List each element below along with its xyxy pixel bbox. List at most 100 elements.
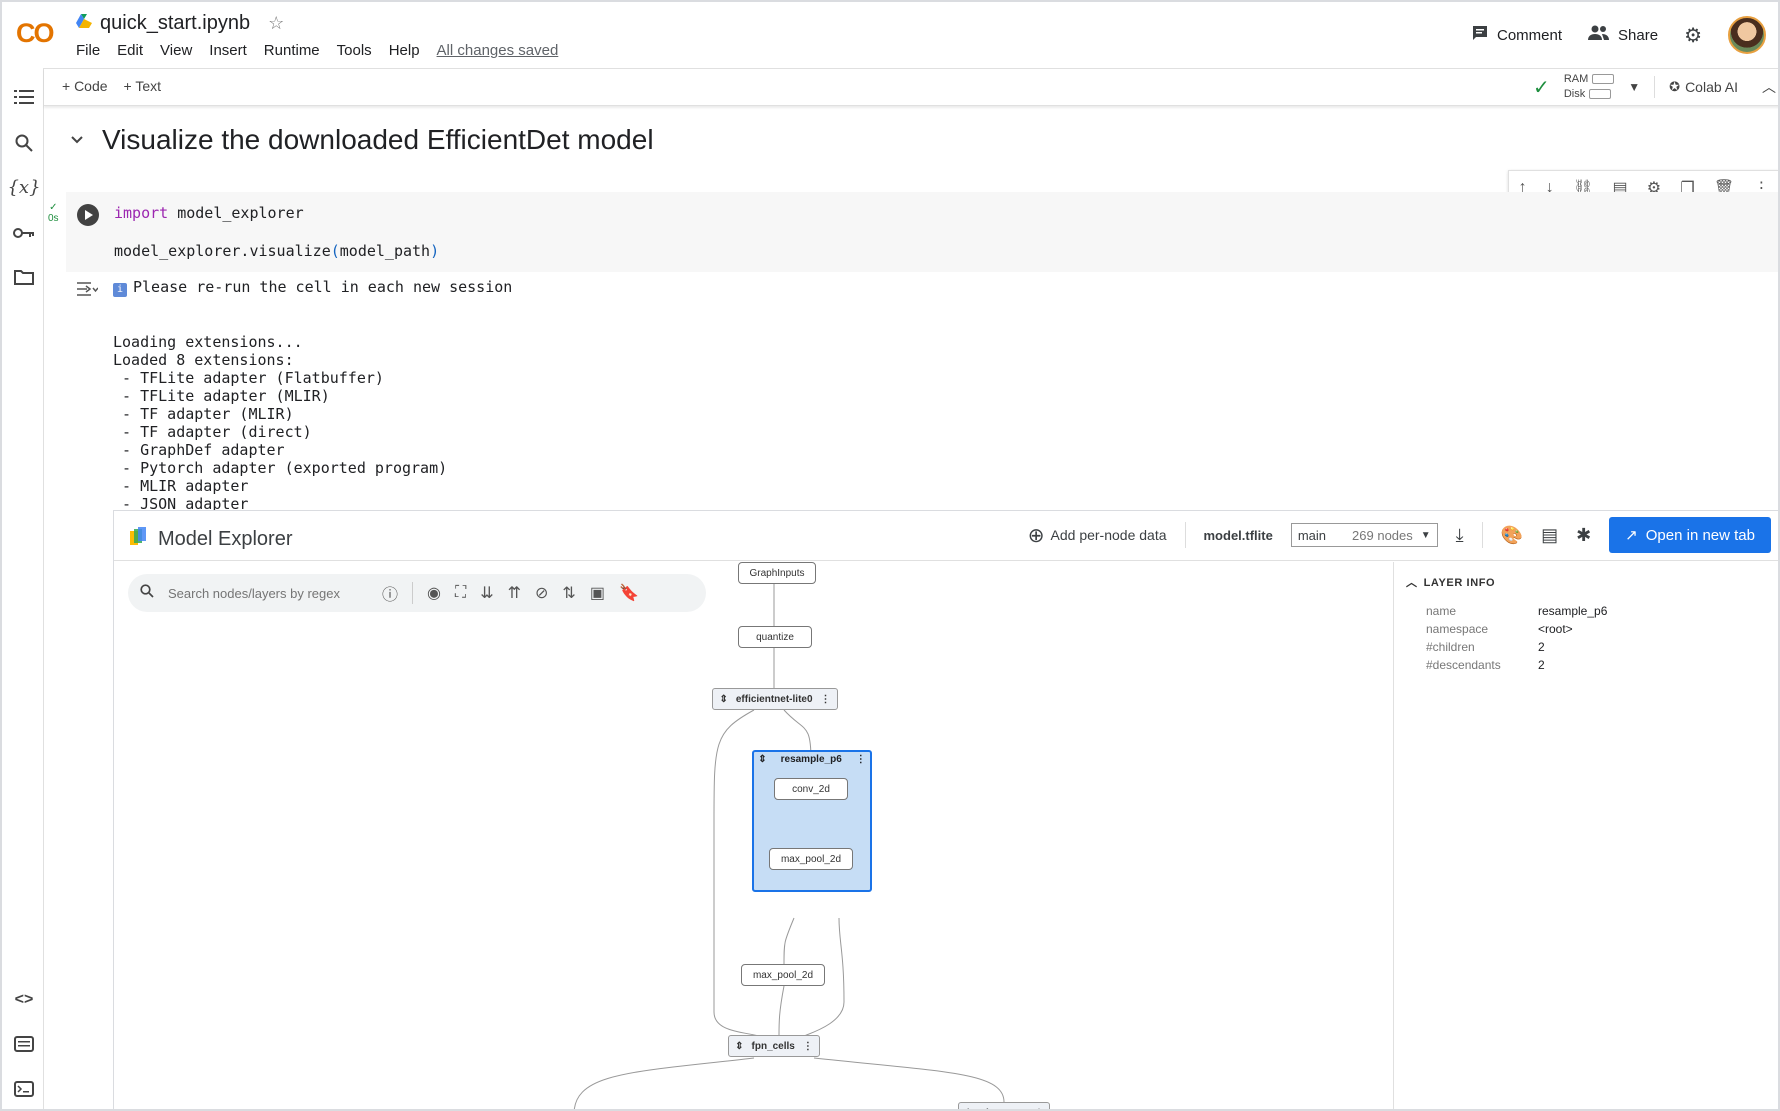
- more-vert-icon: ⋮: [802, 1040, 813, 1052]
- avatar[interactable]: [1728, 16, 1766, 54]
- download-icon[interactable]: ⤓: [1456, 525, 1464, 546]
- output-line: - TFLite adapter (Flatbuffer): [113, 369, 384, 387]
- command-palette-icon[interactable]: [13, 1033, 35, 1055]
- more-vert-icon[interactable]: ⋮: [856, 754, 866, 768]
- graph-node-maxpool-outer[interactable]: max_pool_2d: [741, 964, 825, 986]
- code-line: import model_explorer: [114, 204, 439, 223]
- code-editor[interactable]: import model_explorer model_explorer.vis…: [114, 204, 439, 261]
- code-snippets-icon[interactable]: <>: [13, 989, 35, 1011]
- node-search-input[interactable]: [168, 585, 368, 601]
- runtime-dropdown-icon[interactable]: ▼: [1628, 80, 1640, 94]
- comment-label: Comment: [1497, 26, 1563, 44]
- resource-meter[interactable]: RAM Disk: [1563, 72, 1615, 102]
- collapse-icon[interactable]: ⇕: [758, 754, 766, 768]
- divider: [1481, 522, 1483, 548]
- divider: [1184, 522, 1186, 548]
- section-collapse-chevron-icon[interactable]: [70, 132, 84, 150]
- palette-icon[interactable]: 🎨: [1501, 525, 1523, 546]
- notice-text: Please re-run the cell in each new sessi…: [133, 278, 513, 296]
- add-code-button[interactable]: + Code: [62, 78, 108, 94]
- keyword: import: [114, 204, 169, 222]
- menu-view[interactable]: View: [160, 42, 192, 59]
- logs-icon[interactable]: ▤: [1541, 525, 1558, 546]
- help-icon[interactable]: ⓘ: [382, 581, 398, 605]
- bug-icon[interactable]: ✱: [1576, 525, 1591, 546]
- graph-node-maxpool-inner[interactable]: max_pool_2d: [769, 848, 853, 870]
- menu-insert[interactable]: Insert: [209, 42, 247, 59]
- search-icon[interactable]: [13, 132, 35, 154]
- menu-runtime[interactable]: Runtime: [264, 42, 320, 59]
- search-icon: [140, 583, 154, 603]
- graph-node-quantize[interactable]: quantize: [738, 626, 812, 648]
- flip-layout-icon[interactable]: ⇅: [562, 583, 575, 603]
- screenshot-image-icon[interactable]: ▣: [590, 583, 605, 603]
- divider: [1654, 76, 1656, 98]
- menu-file[interactable]: File: [76, 42, 100, 59]
- star-icon[interactable]: ☆: [268, 13, 284, 34]
- code-text: model_path: [339, 242, 431, 260]
- variables-icon[interactable]: {x}: [7, 176, 40, 198]
- graph-node-conv2d[interactable]: conv_2d: [774, 778, 848, 800]
- chevron-down-icon: ▼: [1420, 529, 1431, 541]
- output-actions-icon[interactable]: [76, 280, 99, 303]
- collapse-all-icon[interactable]: ⇈: [508, 583, 521, 603]
- graph-group-fpn-cells[interactable]: ⇕ fpn_cells ⋮: [728, 1035, 820, 1057]
- open-in-new-tab-button[interactable]: ↗ Open in new tab: [1609, 517, 1771, 553]
- run-cell-button[interactable]: [77, 204, 99, 226]
- model-explorer-title: Model Explorer: [158, 527, 293, 550]
- info-key: #children: [1426, 640, 1475, 654]
- graph-group-class-net[interactable]: ⇕ class_net ⋮: [958, 1102, 1050, 1110]
- menu-help[interactable]: Help: [389, 42, 420, 59]
- settings-gear-icon[interactable]: ⚙: [1684, 23, 1702, 48]
- group-label: class_net: [980, 1108, 1026, 1110]
- colab-ai-button[interactable]: ✪ Colab AI: [1669, 79, 1738, 95]
- key-icon[interactable]: [13, 222, 35, 244]
- add-text-button[interactable]: + Text: [124, 78, 162, 94]
- notebook-title[interactable]: quick_start.ipynb: [100, 12, 250, 35]
- hide-edges-icon[interactable]: ⊘: [535, 583, 548, 603]
- cell-output: i Please re-run the cell in each new sess…: [113, 278, 512, 513]
- share-button[interactable]: Share: [1588, 25, 1658, 45]
- graph-select[interactable]: main 269 nodes ▼: [1290, 523, 1438, 547]
- folder-icon[interactable]: [13, 266, 35, 288]
- layer-info-header[interactable]: ︿ LAYER INFO: [1406, 574, 1495, 590]
- add-data-button[interactable]: ⊕ Add per-node data: [1028, 523, 1167, 548]
- expand-icon: ⇕: [719, 693, 728, 705]
- group-label: resample_p6: [780, 754, 842, 765]
- disk-label: Disk: [1563, 88, 1586, 100]
- code-cell[interactable]: import model_explorer model_explorer.vis…: [66, 192, 1778, 272]
- expand-all-icon[interactable]: ⇊: [480, 583, 493, 603]
- drive-icon: [76, 14, 92, 33]
- graph-group-resample-selected[interactable]: [752, 750, 872, 892]
- more-vert-icon: ⋮: [820, 693, 831, 705]
- graph-canvas[interactable]: ⓘ ◉ ⛶ ⇊ ⇈ ⊘ ⇅ ▣ 🔖 GraphInputs quantize ⇕…: [114, 562, 1392, 1110]
- eye-icon[interactable]: ◉: [427, 583, 441, 603]
- comment-button[interactable]: Comment: [1471, 24, 1562, 46]
- table-of-contents-icon[interactable]: [13, 86, 35, 108]
- output-line: - Pytorch adapter (exported program): [113, 459, 448, 477]
- expand-icon: ⇕: [735, 1040, 744, 1052]
- expand-icon: ⇕: [964, 1108, 972, 1110]
- collapse-chevron-up-icon[interactable]: ︿: [1762, 77, 1776, 97]
- node-count: 269 nodes: [1352, 527, 1413, 543]
- open-in-new-tab-label: Open in new tab: [1645, 526, 1755, 544]
- menu-tools[interactable]: Tools: [337, 42, 372, 59]
- graph-group-efficientnet[interactable]: ⇕ efficientnet-lite0 ⋮: [712, 688, 838, 710]
- info-value: resample_p6: [1538, 604, 1608, 618]
- model-file-name: model.tflite: [1203, 527, 1273, 543]
- layer-info-row: name resample_p6: [1426, 604, 1607, 618]
- left-sidebar: {x} <>: [2, 68, 44, 1109]
- output-line: Loaded 8 extensions:: [113, 351, 294, 369]
- chevron-up-icon: ︿: [1406, 577, 1418, 589]
- save-status[interactable]: All changes saved: [437, 42, 559, 59]
- code-text: model_explorer: [168, 204, 304, 222]
- more-vert-icon: ⋮: [1034, 1108, 1044, 1110]
- menu-edit[interactable]: Edit: [117, 42, 143, 59]
- colab-logo[interactable]: CO: [16, 18, 54, 49]
- graph-node-graphinputs[interactable]: GraphInputs: [738, 562, 816, 584]
- bookmark-icon[interactable]: 🔖: [619, 583, 639, 603]
- fit-screen-icon[interactable]: ⛶: [455, 584, 466, 602]
- terminal-icon[interactable]: [13, 1078, 35, 1100]
